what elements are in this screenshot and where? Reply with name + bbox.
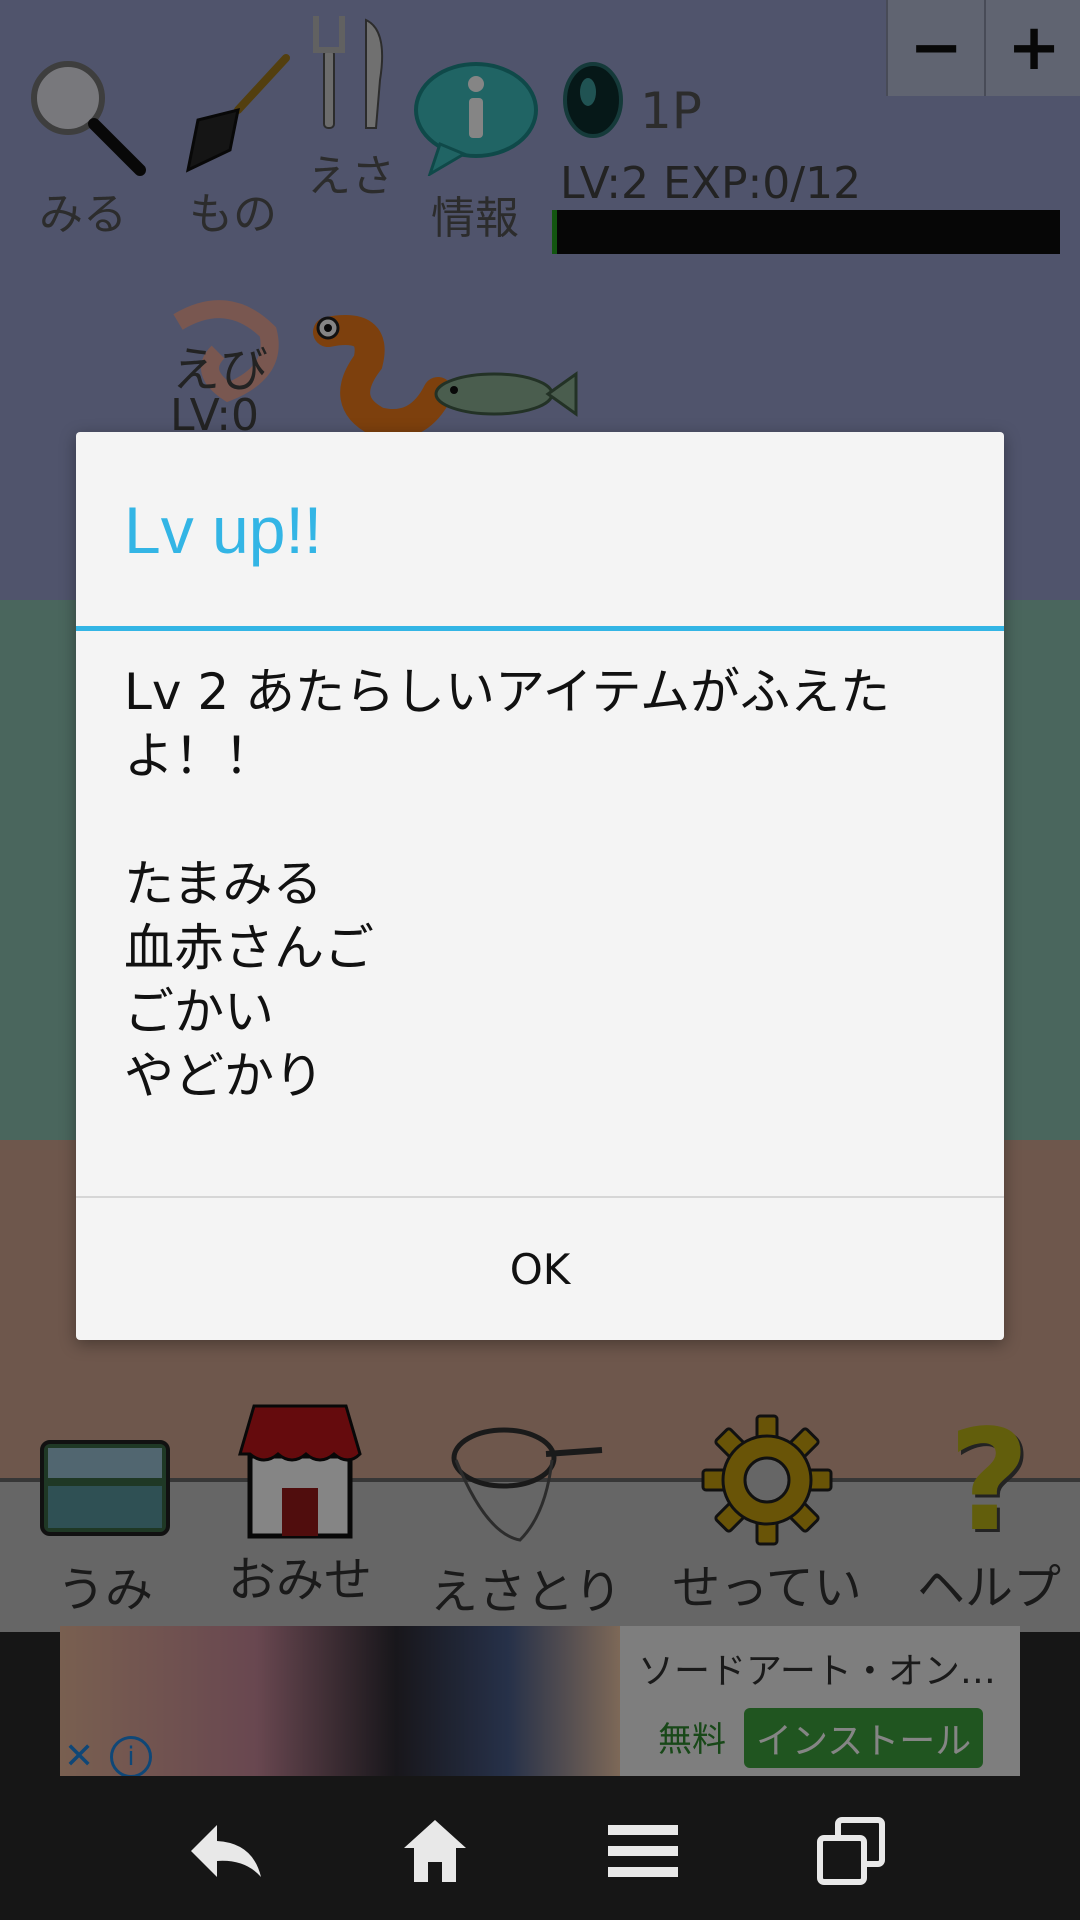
home-icon[interactable]: [390, 1806, 480, 1896]
dialog-title: Lv up!!: [124, 493, 323, 567]
game-screen: みる もの えさ 情報 1P − + LV:2 EXP:0/12 えび LV:0…: [0, 0, 1080, 1920]
recents-icon[interactable]: [806, 1806, 896, 1896]
dialog-message-line: Lv 2 あたらしいアイテムがふえたよ！！: [124, 663, 891, 785]
dialog-message: Lv 2 あたらしいアイテムがふえたよ！！ たまみる 血赤さんご ごかい やどか…: [124, 660, 964, 1108]
new-item: 血赤さんご: [124, 919, 374, 977]
dialog-title-divider: [76, 626, 1004, 631]
new-item: たまみる: [124, 855, 323, 913]
level-up-dialog: Lv up!! Lv 2 あたらしいアイテムがふえたよ！！ たまみる 血赤さんご…: [76, 432, 1004, 1340]
new-item: やどかり: [124, 1047, 324, 1105]
new-item: ごかい: [124, 983, 274, 1041]
ok-button[interactable]: OK: [76, 1198, 1004, 1340]
back-icon[interactable]: [182, 1806, 272, 1896]
system-nav-bar: [0, 1776, 1080, 1920]
menu-icon[interactable]: [598, 1806, 688, 1896]
